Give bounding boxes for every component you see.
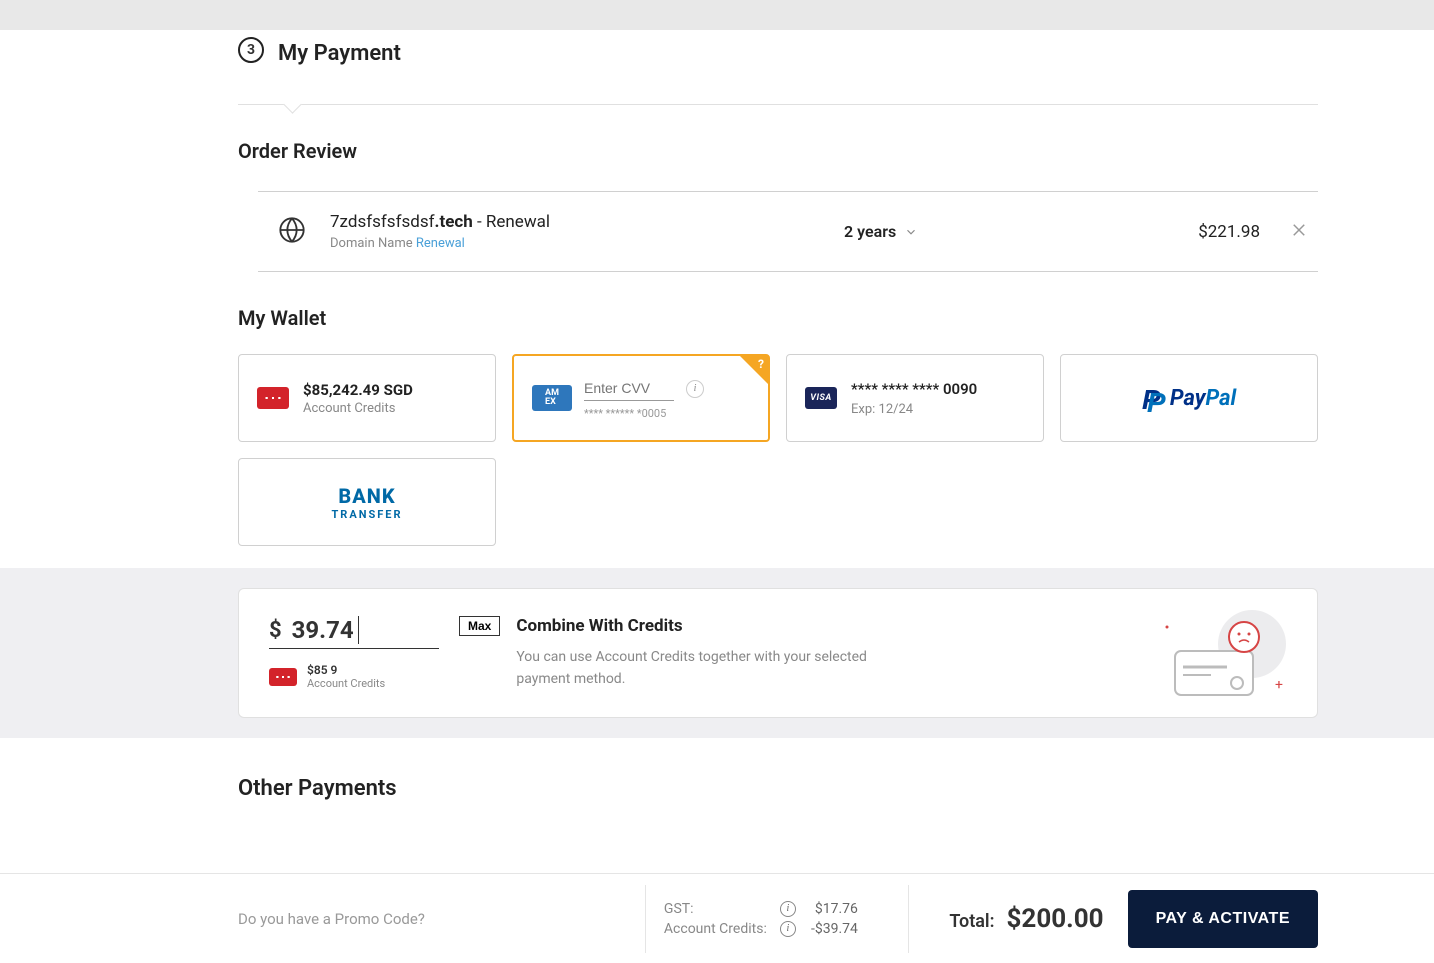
combine-section: $ 39.74 Max $85 9 Account Credits Combin…	[0, 568, 1434, 738]
paypal-icon: PP PayPal	[1142, 384, 1236, 412]
top-bar	[0, 0, 1434, 30]
order-suffix: - Renewal	[473, 212, 550, 232]
gst-info-icon[interactable]: i	[780, 901, 796, 917]
my-wallet-title: My Wallet	[238, 306, 1318, 330]
cvv-info-icon[interactable]: i	[686, 380, 704, 398]
help-corner-icon[interactable]	[740, 356, 768, 384]
credits-amount: $85,242.49 SGD	[303, 381, 413, 399]
domain-tld: .tech	[435, 212, 473, 232]
renewal-link[interactable]: Renewal	[416, 236, 465, 251]
step-number-badge: 3	[238, 37, 264, 63]
order-meta: 7zdsfsfsfsdsf.tech - Renewal Domain Name…	[330, 212, 844, 251]
step-header: 3 My Payment	[238, 30, 1318, 66]
other-payments-title: Other Payments	[238, 776, 1318, 801]
chevron-down-icon	[904, 225, 918, 239]
wallet-grid: $85,242.49 SGD Account Credits AMEX i **…	[238, 354, 1318, 546]
visa-expiry: Exp: 12/24	[851, 402, 977, 417]
mini-credits-balance: $85 9	[307, 663, 385, 677]
visa-info: **** **** **** 0090 Exp: 12/24	[851, 380, 977, 417]
globe-icon	[278, 216, 306, 248]
wallet-paypal-card[interactable]: PP PayPal	[1060, 354, 1318, 442]
credits-label: Account Credits	[303, 401, 413, 416]
gst-amount: $17.76	[800, 901, 858, 917]
order-sub-label: Domain Name	[330, 236, 416, 251]
step-number: 3	[247, 42, 255, 58]
order-review-title: Order Review	[238, 139, 1318, 163]
pay-activate-button[interactable]: PAY & ACTIVATE	[1128, 890, 1318, 948]
paypal-text-1: Pay	[1170, 386, 1206, 411]
total-label: Total:	[949, 911, 994, 932]
order-item-title: 7zdsfsfsfsdsf.tech - Renewal	[330, 212, 844, 232]
duration-value: 2 years	[844, 222, 896, 241]
visa-card-mask: **** **** **** 0090	[851, 380, 977, 398]
combine-card: $ 39.74 Max $85 9 Account Credits Combin…	[238, 588, 1318, 718]
credits-fee-amount: -$39.74	[800, 921, 858, 937]
card-illustration-icon: +	[1157, 609, 1287, 703]
credits-fee-label: Account Credits:	[664, 921, 776, 937]
mini-credits-block: $85 9 Account Credits	[269, 663, 500, 690]
combine-currency: $	[269, 618, 282, 643]
combine-desc: You can use Account Credits together wit…	[516, 646, 916, 691]
visa-icon: VISA	[805, 387, 837, 409]
promo-code-link[interactable]: Do you have a Promo Code?	[238, 910, 425, 928]
svg-text:+: +	[1275, 677, 1283, 693]
total-value: $200.00	[1007, 904, 1104, 934]
fee-breakdown: GST: i $17.76 Account Credits: i -$39.74	[664, 899, 858, 939]
order-item-price: $221.98	[1198, 222, 1260, 242]
order-item-subtitle: Domain Name Renewal	[330, 236, 844, 251]
credits-icon	[269, 668, 297, 686]
remove-item-button[interactable]	[1290, 221, 1308, 243]
step-title: My Payment	[278, 41, 401, 66]
total-block: Total: $200.00	[949, 904, 1103, 934]
max-button[interactable]: Max	[459, 616, 500, 636]
wallet-credits-card[interactable]: $85,242.49 SGD Account Credits	[238, 354, 496, 442]
wallet-amex-card[interactable]: AMEX i **** ****** *0005	[512, 354, 770, 442]
credits-info-icon[interactable]: i	[780, 921, 796, 937]
wallet-visa-card[interactable]: VISA **** **** **** 0090 Exp: 12/24	[786, 354, 1044, 442]
amex-card-mask: **** ****** *0005	[584, 407, 704, 420]
bank-label-2: TRANSFER	[331, 508, 402, 521]
domain-prefix: 7zdsfsfsfsdsf	[330, 212, 435, 232]
paypal-text-2: Pal	[1205, 386, 1236, 411]
close-icon	[1290, 221, 1308, 239]
order-item-row: 7zdsfsfsfsdsf.tech - Renewal Domain Name…	[258, 191, 1318, 272]
credits-icon	[257, 387, 289, 409]
gst-label: GST:	[664, 901, 776, 917]
amex-icon: AMEX	[532, 385, 572, 411]
checkout-footer: Do you have a Promo Code? GST: i $17.76 …	[0, 873, 1434, 963]
mini-credits-label: Account Credits	[307, 677, 385, 690]
wallet-bank-transfer-card[interactable]: BANK TRANSFER	[238, 458, 496, 546]
duration-select[interactable]: 2 years	[844, 222, 918, 241]
combine-amount-input[interactable]: $ 39.74	[269, 616, 439, 649]
section-divider	[238, 104, 1318, 105]
combine-amount-value: 39.74	[292, 616, 359, 644]
bank-label-1: BANK	[338, 484, 395, 508]
credits-info: $85,242.49 SGD Account Credits	[303, 381, 413, 416]
cvv-input[interactable]	[584, 376, 674, 401]
